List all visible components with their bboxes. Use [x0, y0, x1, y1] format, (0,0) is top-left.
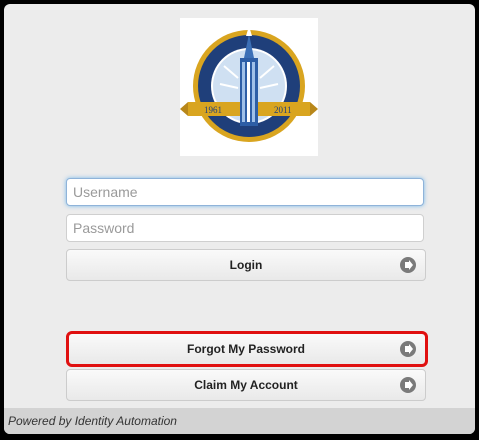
arrow-right-circle-icon	[400, 257, 416, 273]
college-logo: 1961 2011	[180, 18, 318, 156]
login-button[interactable]: Login	[66, 249, 426, 281]
login-button-label: Login	[229, 258, 263, 272]
footer-bar: Powered by Identity Automation	[4, 408, 475, 434]
logo-year-left: 1961	[204, 105, 222, 115]
username-input[interactable]	[66, 178, 424, 206]
highlight-box	[66, 331, 428, 367]
powered-by-text: Powered by Identity Automation	[8, 414, 177, 428]
window-frame: 1961 2011 Login	[0, 0, 479, 440]
password-input[interactable]	[66, 214, 424, 242]
login-panel: 1961 2011 Login	[4, 4, 475, 434]
claim-account-button[interactable]: Claim My Account	[66, 369, 426, 401]
claim-account-label: Claim My Account	[194, 378, 298, 392]
arrow-right-circle-icon	[400, 377, 416, 393]
logo-year-right: 2011	[274, 105, 292, 115]
